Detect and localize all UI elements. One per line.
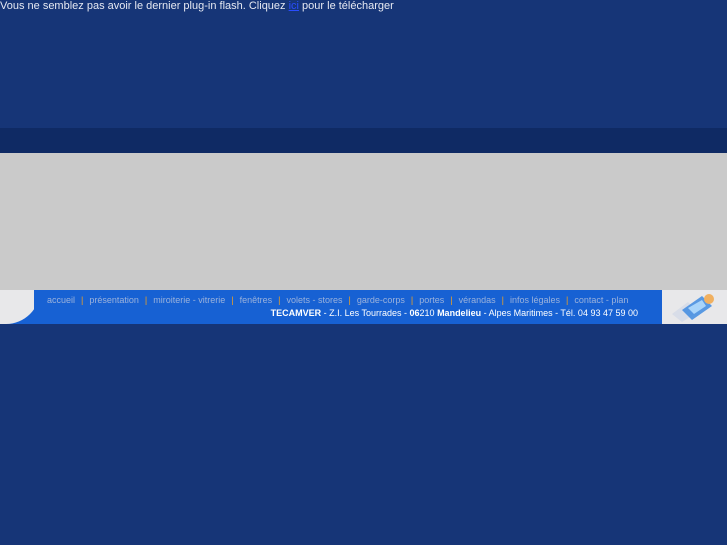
nav-link[interactable]: présentation [89,295,139,305]
city: Mandelieu [437,308,482,318]
nav-separator: | [501,295,504,305]
nav-separator: | [410,295,414,305]
nav-link[interactable]: accueil [47,295,75,305]
nav-separator: | [144,295,148,305]
nav-link[interactable]: vérandas [459,295,496,305]
nav-separator: | [231,295,234,305]
zip-bold: 06 [409,308,420,318]
nav-link[interactable]: infos légales [510,295,560,305]
footer-nav: accueil | présentation | miroiterie - vitrer… [47,295,628,305]
nav-separator: | [278,295,281,305]
nav-link[interactable]: volets - stores [286,295,342,305]
nav-separator: | [566,295,569,305]
flash-notice-text: Vous ne semblez pas avoir le dernier plu… [0,0,289,12]
nav-separator: | [81,295,84,305]
footer: accueil | présentation | miroiterie - vitrer… [0,290,727,324]
glass-logo-icon [672,294,714,322]
flash-notice-text-end: pour le télécharger [299,0,394,12]
zip-rest: 210 [419,308,438,318]
street: - Z.I. Les Tourrades - [321,308,410,318]
company-name: TECAMVER [270,308,322,318]
nav-separator: | [348,295,351,305]
nav-link[interactable]: fenêtres [240,295,273,305]
nav-separator: | [450,295,453,305]
nav-link[interactable]: garde-corps [357,295,405,305]
flash-notice: Vous ne semblez pas avoir le dernier plu… [0,0,394,13]
header-stripe [0,128,727,153]
flash-placeholder [0,153,727,290]
address-rest: - Alpes Maritimes - Tél. 04 93 47 59 00 [481,308,638,318]
nav-link[interactable]: portes [419,295,444,305]
nav-link[interactable]: miroiterie - vitrerie [153,295,225,305]
footer-address: TECAMVER - Z.I. Les Tourrades - 06210 Ma… [271,308,638,318]
flash-download-link[interactable]: ici [289,0,299,12]
nav-link[interactable]: contact - plan [574,295,628,305]
